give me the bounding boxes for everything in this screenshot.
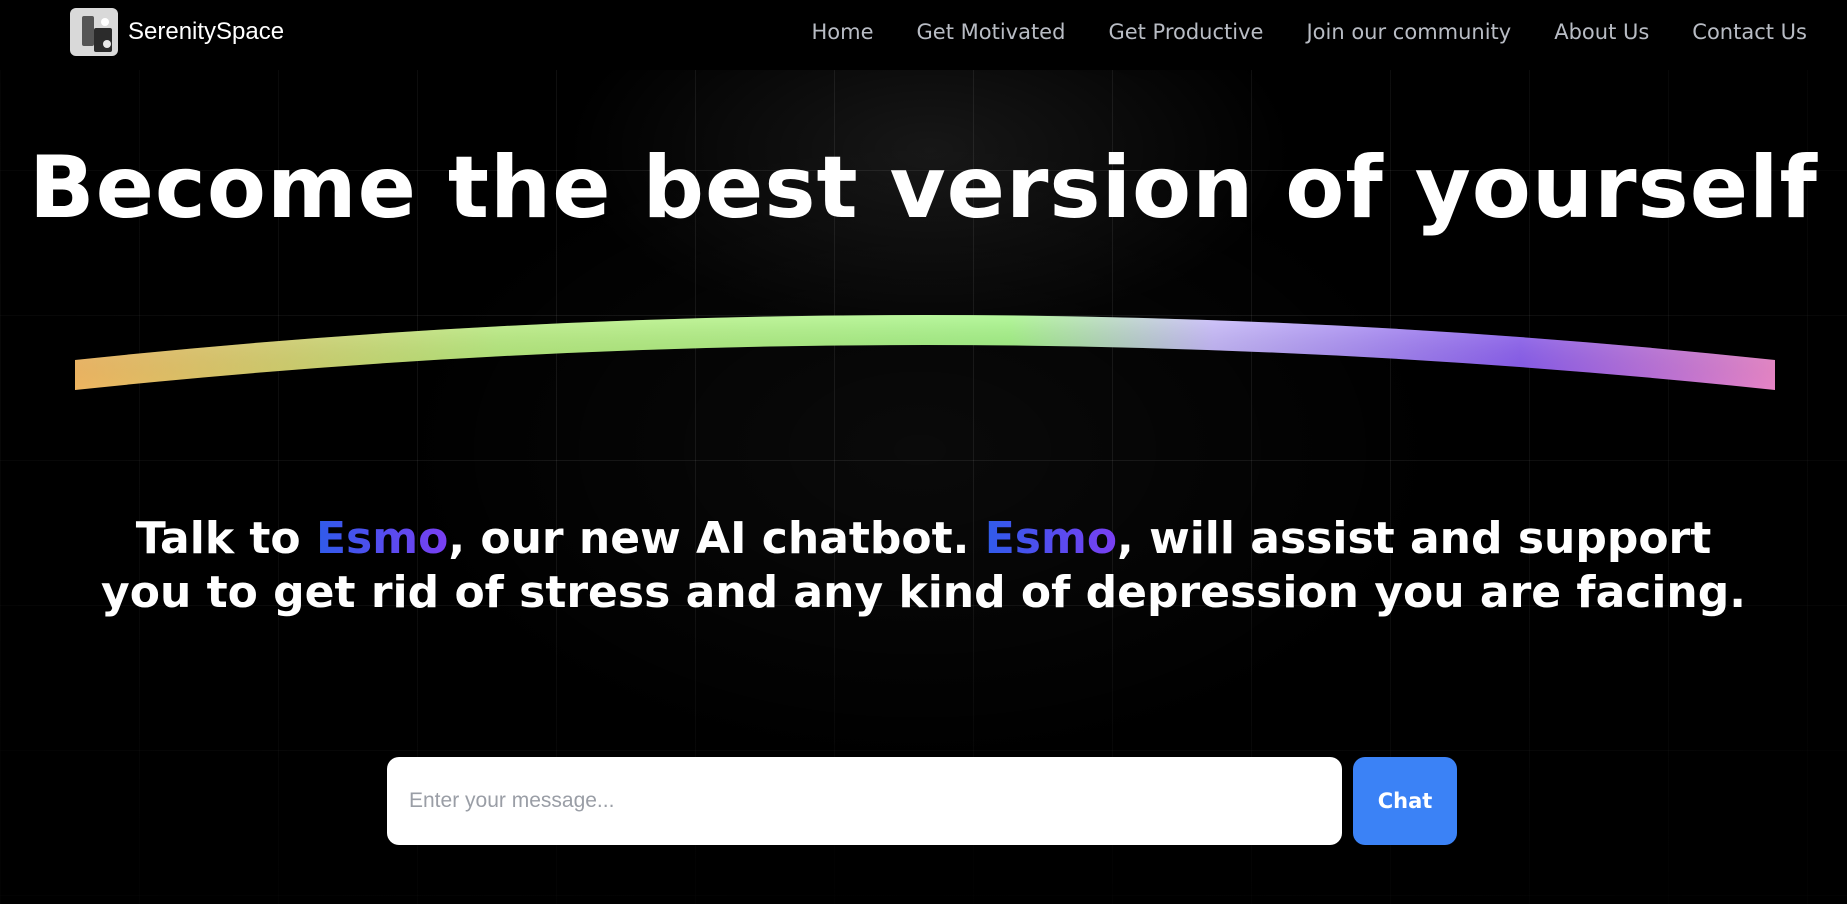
chat-form: Chat bbox=[387, 757, 1457, 845]
hero-subtitle: Talk to Esmo, our new AI chatbot. Esmo, … bbox=[90, 512, 1757, 620]
rainbow-arc bbox=[75, 315, 1775, 390]
subtitle-text: Talk to bbox=[135, 513, 316, 564]
esmo-highlight: Esmo bbox=[315, 513, 449, 564]
logo-icon bbox=[70, 8, 118, 56]
subtitle-text: , our new AI chatbot. bbox=[448, 513, 985, 564]
page: SerenitySpace Home Get Motivated Get Pro… bbox=[0, 0, 1847, 904]
nav-link-get-productive[interactable]: Get Productive bbox=[1108, 20, 1263, 44]
esmo-highlight: Esmo bbox=[984, 513, 1118, 564]
chat-message-input[interactable] bbox=[387, 757, 1342, 845]
nav-link-contact-us[interactable]: Contact Us bbox=[1692, 20, 1807, 44]
nav-link-get-motivated[interactable]: Get Motivated bbox=[917, 20, 1066, 44]
hero-title: Become the best version of yourself bbox=[29, 138, 1818, 238]
nav-link-home[interactable]: Home bbox=[812, 20, 874, 44]
nav-links: Home Get Motivated Get Productive Join o… bbox=[812, 20, 1808, 44]
nav-link-about-us[interactable]: About Us bbox=[1554, 20, 1649, 44]
nav-link-join-community[interactable]: Join our community bbox=[1306, 20, 1511, 44]
brand[interactable]: SerenitySpace bbox=[70, 8, 284, 56]
chat-button[interactable]: Chat bbox=[1353, 757, 1457, 845]
brand-name: SerenitySpace bbox=[128, 18, 285, 45]
navbar: SerenitySpace Home Get Motivated Get Pro… bbox=[0, 0, 1847, 70]
